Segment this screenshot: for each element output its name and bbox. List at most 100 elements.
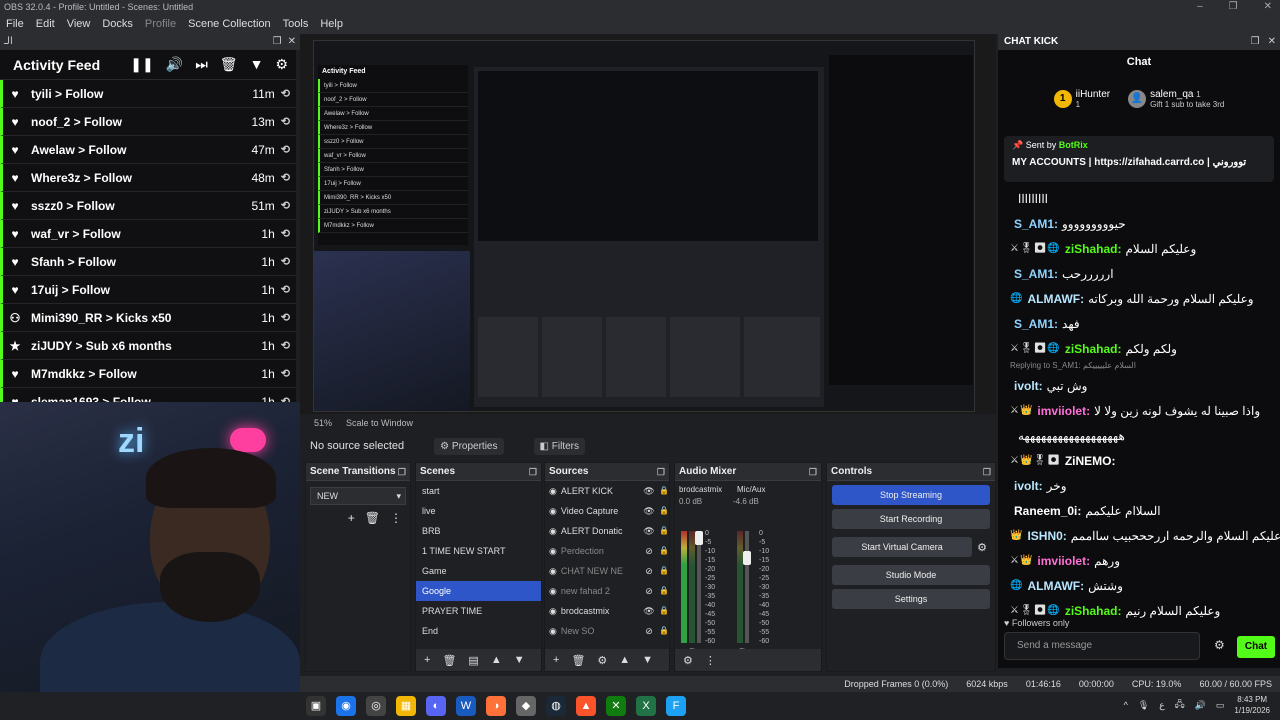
- replay-icon[interactable]: ⟲: [281, 311, 290, 324]
- lock-icon[interactable]: 🔒: [659, 501, 669, 521]
- source-item[interactable]: ◉ CHAT NEW NE ⊘ 🔒: [545, 561, 669, 581]
- battery-icon[interactable]: ▭: [1216, 700, 1225, 711]
- chat-input[interactable]: Send a message: [1004, 632, 1200, 660]
- minimize-button[interactable]: –: [1197, 0, 1203, 14]
- chat-username[interactable]: imviiolet:: [1037, 404, 1090, 418]
- maximize-button[interactable]: ❐: [1229, 0, 1238, 14]
- dock-popout-icon[interactable]: ❐: [529, 463, 537, 481]
- dock-popout-icon[interactable]: ❐: [983, 463, 991, 481]
- task-view-icon[interactable]: ▣: [306, 696, 326, 716]
- more-icon[interactable]: ⋮: [390, 511, 402, 525]
- move-up-icon[interactable]: ▲: [619, 654, 630, 666]
- file-explorer-icon[interactable]: ▦: [396, 696, 416, 716]
- source-item[interactable]: ◉ new fahad 2 ⊘ 🔒: [545, 581, 669, 601]
- chat-send-button[interactable]: Chat: [1237, 636, 1275, 658]
- stop-streaming-button[interactable]: Stop Streaming: [832, 485, 990, 505]
- move-up-icon[interactable]: ▲: [491, 654, 502, 666]
- lock-icon[interactable]: 🔒: [659, 621, 669, 641]
- properties-button[interactable]: ⚙ Properties: [434, 437, 504, 455]
- start-recording-button[interactable]: Start Recording: [832, 509, 990, 529]
- menu-tools[interactable]: Tools: [283, 18, 309, 30]
- dock-close-button[interactable]: ✕: [288, 34, 296, 50]
- dock-popout-icon[interactable]: ❐: [657, 463, 665, 481]
- pause-icon[interactable]: ❚❚: [130, 56, 153, 73]
- chat-username[interactable]: ALMAWF:: [1027, 579, 1084, 593]
- close-button[interactable]: ✕: [1264, 0, 1272, 14]
- scene-item[interactable]: start: [416, 481, 541, 501]
- replay-icon[interactable]: ⟲: [281, 339, 290, 352]
- menu-view[interactable]: View: [67, 18, 91, 30]
- activity-row[interactable]: ★ ziJUDY > Sub x6 months 1h ⟲: [0, 332, 296, 360]
- volume-icon[interactable]: 🔊: [166, 56, 183, 73]
- mic-icon[interactable]: 🎙: [1138, 700, 1149, 711]
- firefox-icon[interactable]: ◑: [486, 696, 506, 716]
- chat-username[interactable]: imviiolet:: [1037, 554, 1090, 568]
- skip-icon[interactable]: ⏭: [195, 56, 208, 73]
- chat-message[interactable]: ⚔👑 imviiolet: ورهم: [998, 548, 1280, 573]
- gear-icon[interactable]: ⚙: [275, 56, 288, 73]
- eye-off-icon[interactable]: ⊘: [643, 621, 655, 641]
- chat-message[interactable]: S_AM1: فهد: [998, 311, 1280, 336]
- lock-icon[interactable]: 🔒: [659, 601, 669, 621]
- xbox-icon[interactable]: ✕: [606, 696, 626, 716]
- replay-icon[interactable]: ⟲: [281, 199, 290, 212]
- activity-row[interactable]: ♥ Where3z > Follow 48m ⟲: [0, 164, 296, 192]
- source-item[interactable]: ◉ ALERT KICK 👁 🔒: [545, 481, 669, 501]
- chat-username[interactable]: ziShahad:: [1065, 604, 1122, 618]
- activity-row[interactable]: ♥ waf_vr > Follow 1h ⟲: [0, 220, 296, 248]
- chat-message[interactable]: ⚔👑🎖⏺ ZiNEMO:: [998, 448, 1280, 473]
- source-item[interactable]: ◉ Video Capture 👁 🔒: [545, 501, 669, 521]
- chat-message[interactable]: S_AM1: حيووووووووو: [998, 211, 1280, 236]
- menu-scene-collection[interactable]: Scene Collection: [188, 18, 271, 30]
- lock-icon[interactable]: 🔒: [659, 561, 669, 581]
- settings-button[interactable]: Settings: [832, 589, 990, 609]
- gear-icon[interactable]: ⚙: [977, 541, 987, 554]
- replay-icon[interactable]: ⟲: [281, 87, 290, 100]
- preview-canvas[interactable]: Activity Feed tyili > Follow noof_2 > Fol…: [313, 40, 975, 412]
- chat-message[interactable]: ivolt: وخر: [998, 473, 1280, 498]
- replay-icon[interactable]: ⟲: [281, 255, 290, 268]
- scene-item[interactable]: End: [416, 621, 541, 641]
- chat-message[interactable]: Raneem_0i: السلاام عليكمم: [998, 498, 1280, 523]
- chat-username[interactable]: ziShahad:: [1065, 242, 1122, 256]
- replay-icon[interactable]: ⟲: [281, 143, 290, 156]
- activity-row[interactable]: ♥ Awelaw > Follow 47m ⟲: [0, 136, 296, 164]
- chat-username[interactable]: ZiNEMO:: [1065, 454, 1116, 468]
- chat-username[interactable]: ziShahad:: [1065, 342, 1122, 356]
- replay-icon[interactable]: ⟲: [281, 367, 290, 380]
- volume-icon[interactable]: 🔊: [1195, 700, 1206, 711]
- activity-row[interactable]: ♥ noof_2 > Follow 13m ⟲: [0, 108, 296, 136]
- clock[interactable]: 8:43 PM 1/19/2026: [1234, 694, 1270, 716]
- excel-icon[interactable]: X: [636, 696, 656, 716]
- chat-message[interactable]: ههههههههههههههههههه: [998, 423, 1280, 448]
- replay-icon[interactable]: ⟲: [281, 115, 290, 128]
- filters-button[interactable]: ◧ Filters: [533, 437, 585, 455]
- activity-row[interactable]: ♥ M7mdkkz > Follow 1h ⟲: [0, 360, 296, 388]
- chat-message[interactable]: ⚔🎖⏺🌐 ziShahad: وعليكم السلام رنيم: [998, 598, 1280, 618]
- eye-icon[interactable]: 👁: [643, 601, 655, 621]
- start-virtual-camera-button[interactable]: Start Virtual Camera: [832, 537, 973, 557]
- gear-icon[interactable]: ⚙: [1214, 638, 1225, 652]
- eye-off-icon[interactable]: ⊘: [643, 561, 655, 581]
- add-icon[interactable]: +: [348, 511, 355, 525]
- menu-edit[interactable]: Edit: [36, 18, 55, 30]
- scene-item[interactable]: Game: [416, 561, 541, 581]
- more-icon[interactable]: ⋮: [705, 654, 716, 667]
- fader-knob-1[interactable]: [695, 531, 703, 545]
- menu-profile[interactable]: Profile: [145, 18, 176, 30]
- add-icon[interactable]: +: [424, 654, 430, 666]
- dock-popout-icon[interactable]: ❐: [809, 463, 817, 481]
- source-item[interactable]: ◉ brodcastmix 👁 🔒: [545, 601, 669, 621]
- volume-fader-1[interactable]: [697, 531, 701, 643]
- activity-row[interactable]: ♥ Sfanh > Follow 1h ⟲: [0, 248, 296, 276]
- gear-icon[interactable]: ⚙: [683, 654, 693, 667]
- add-icon[interactable]: +: [553, 654, 559, 666]
- source-item[interactable]: ◉ New SO ⊘ 🔒: [545, 621, 669, 641]
- chat-username[interactable]: Raneem_0i:: [1014, 504, 1081, 518]
- eye-icon[interactable]: 👁: [643, 481, 655, 501]
- chat-username[interactable]: ivolt:: [1014, 479, 1043, 493]
- activity-row[interactable]: ♥ sszz0 > Follow 51m ⟲: [0, 192, 296, 220]
- brave-icon[interactable]: ▲: [576, 696, 596, 716]
- chevron-up-icon[interactable]: ^: [1124, 700, 1128, 710]
- chat-message[interactable]: ⚔👑 imviiolet: واذا صبينا له يشوف لونه زي…: [998, 398, 1280, 423]
